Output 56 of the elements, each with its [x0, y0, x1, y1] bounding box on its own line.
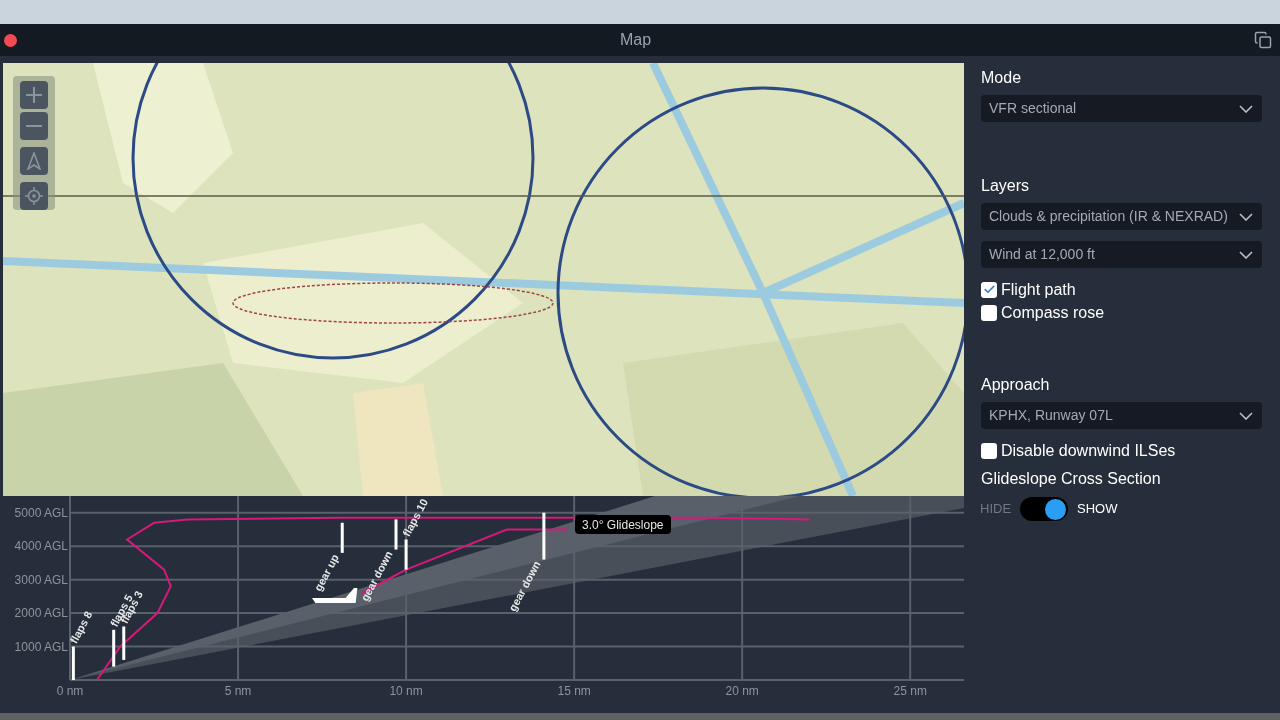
event-marker — [112, 629, 116, 667]
event-marker — [122, 626, 126, 660]
dropdown[interactable]: VFR sectional — [981, 95, 1262, 122]
close-button[interactable] — [4, 33, 17, 47]
axis-label: 25 nm — [893, 684, 927, 698]
locate-icon — [25, 187, 43, 205]
checkbox[interactable] — [981, 442, 997, 459]
dropdown[interactable]: Clouds & precipitation (IR & NEXRAD) — [981, 203, 1262, 230]
section-title: Mode — [981, 68, 1023, 87]
event-label: gear down — [506, 558, 543, 614]
toggle-off-label: HIDE — [980, 500, 1012, 519]
axis-label: 2000 AGL — [14, 606, 68, 621]
event-marker — [340, 522, 344, 553]
event-label: gear up — [311, 552, 341, 593]
minus-icon — [26, 125, 42, 127]
toggle-switch[interactable] — [1020, 497, 1069, 521]
north-up-button[interactable] — [20, 147, 48, 175]
glideslope-tooltip: 3.0° Glideslope — [575, 515, 671, 534]
plus-icon — [26, 87, 42, 103]
axis-label: 15 nm — [557, 684, 591, 698]
dropdown[interactable]: Wind at 12,000 ft — [981, 241, 1262, 268]
section-title: Approach — [981, 375, 1051, 394]
chevron-icon — [1239, 104, 1253, 113]
event-marker — [404, 539, 408, 570]
section-title: Glideslope Cross Section — [981, 469, 1162, 488]
chevron-icon — [1239, 250, 1253, 259]
section-title: Layers — [981, 176, 1031, 195]
axis-label: 10 nm — [389, 684, 423, 698]
axis-label: 1000 AGL — [14, 639, 68, 654]
locate-button[interactable] — [20, 182, 48, 210]
axis-label: 5 nm — [224, 684, 252, 698]
dropdown[interactable]: KPHX, Runway 07L — [981, 402, 1262, 429]
axis-label: 20 nm — [725, 684, 759, 698]
event-label: gear down — [358, 548, 395, 604]
event-label: flaps 10 — [400, 496, 431, 539]
window-title: Map — [619, 30, 652, 50]
checkbox[interactable] — [981, 281, 997, 298]
event-marker — [542, 512, 546, 560]
zoom-in-button[interactable] — [20, 81, 48, 109]
toggle-on-label: SHOW — [1077, 500, 1118, 519]
chevron-icon — [1239, 212, 1253, 221]
checkbox-label: Disable downwind ILSes — [1001, 440, 1176, 461]
axis-label: 4000 AGL — [14, 539, 68, 554]
axis-label: 5000 AGL — [14, 505, 68, 520]
event-marker — [394, 519, 398, 550]
axis-label: 0 nm — [56, 684, 84, 698]
checkbox[interactable] — [981, 304, 997, 321]
restore-icon[interactable] — [1254, 31, 1272, 49]
axis-label: 3000 AGL — [14, 572, 68, 587]
event-label: flaps 8 — [67, 609, 95, 646]
checkbox-label: Flight path — [1001, 279, 1076, 300]
north-arrow-icon — [27, 152, 41, 170]
zoom-out-button[interactable] — [20, 112, 48, 140]
event-marker — [71, 646, 75, 680]
chevron-icon — [1239, 411, 1253, 420]
checkbox-label: Compass rose — [1001, 302, 1105, 323]
